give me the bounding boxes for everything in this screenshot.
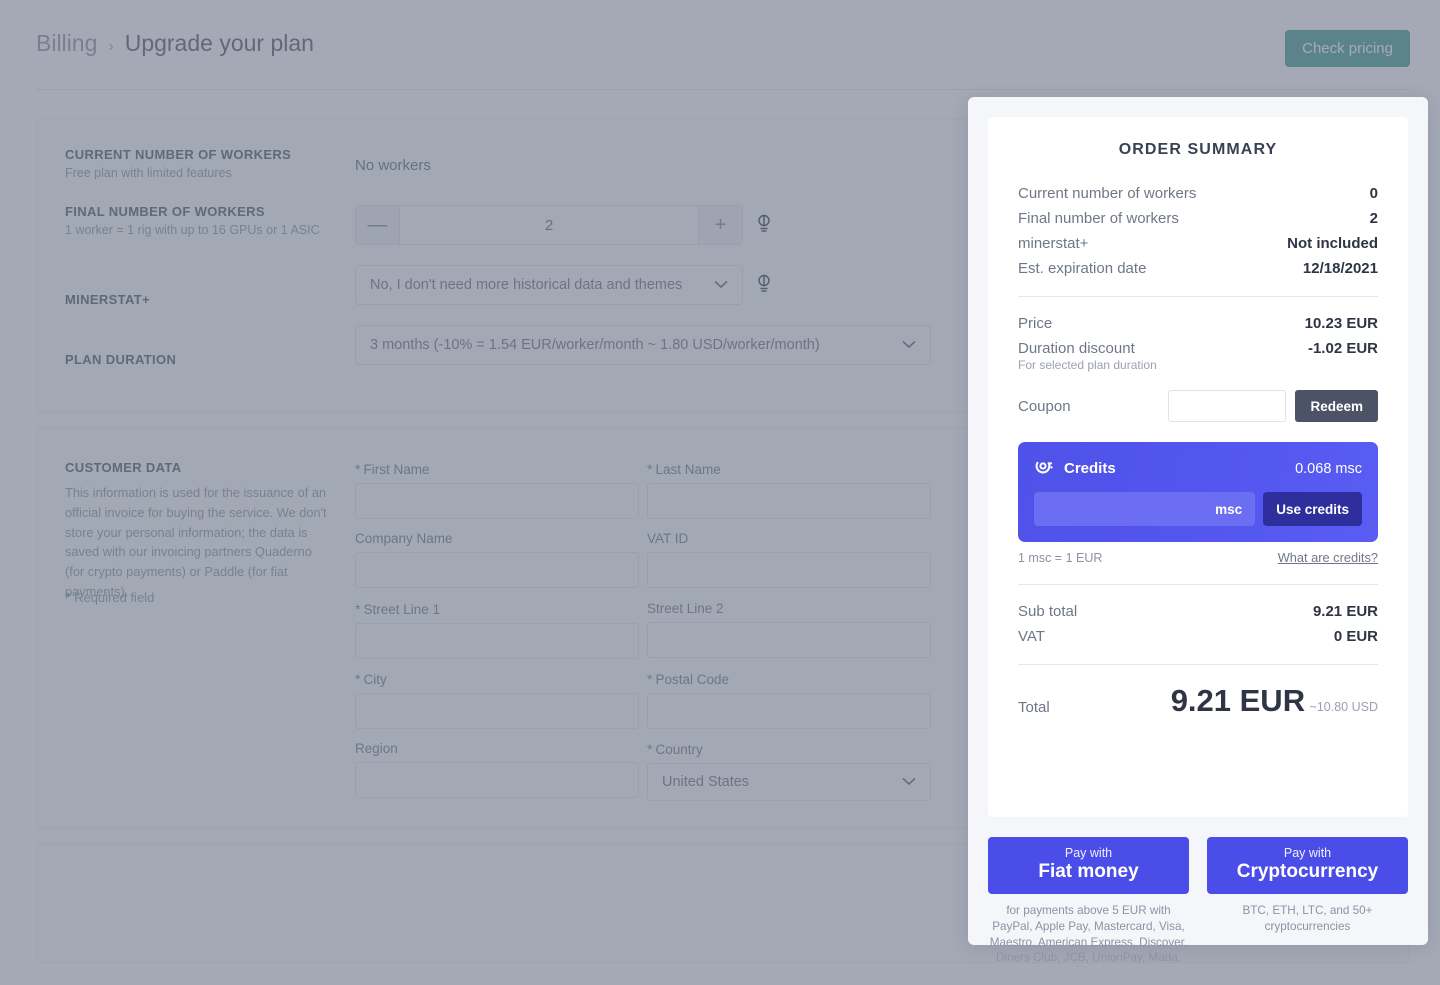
discount-label-group: Duration discount For selected plan dura…	[1018, 340, 1157, 372]
credits-header: Credits 0.068 msc	[1034, 456, 1362, 481]
minerstat-credits-icon	[1034, 456, 1054, 481]
total-values: 9.21 EUR ~10.80 USD	[1170, 683, 1378, 718]
subtotal-value: 9.21 EUR	[1312, 603, 1378, 620]
coupon-label: Coupon	[1018, 397, 1071, 415]
credits-footer: 1 msc = 1 EUR What are credits?	[1018, 550, 1378, 565]
summary-value: 0	[1369, 185, 1378, 202]
price-label: Price	[1018, 315, 1053, 332]
summary-value: 12/18/2021	[1302, 260, 1378, 277]
divider	[1018, 296, 1378, 297]
crypto-button-small-label: Pay with	[1283, 846, 1332, 860]
summary-value: 2	[1369, 210, 1378, 227]
discount-label: Duration discount	[1018, 340, 1135, 357]
pay-with-fiat-button[interactable]: Pay with Fiat money	[988, 837, 1189, 894]
divider	[1018, 584, 1378, 585]
credits-rate-note: 1 msc = 1 EUR	[1018, 551, 1103, 565]
credits-unit-label: msc	[1215, 501, 1243, 517]
subtotal-label: Sub total	[1018, 603, 1078, 620]
credits-input-row: msc Use credits	[1034, 492, 1362, 526]
fiat-payment-column: Pay with Fiat money for payments above 5…	[988, 837, 1189, 966]
fiat-button-small-label: Pay with	[1064, 846, 1113, 860]
coupon-input[interactable]	[1168, 390, 1287, 422]
crypto-payment-note: BTC, ETH, LTC, and 50+ cryptocurrencies	[1242, 904, 1373, 933]
order-summary-title: ORDER SUMMARY	[1118, 141, 1278, 158]
credits-panel: Credits 0.068 msc msc Use credits	[1018, 442, 1378, 542]
vat-value: 0 EUR	[1333, 628, 1378, 645]
summary-line-expiration-date: Est. expiration date 12/18/2021	[1018, 260, 1378, 277]
summary-line-final-workers: Final number of workers 2	[1018, 210, 1378, 227]
divider	[1018, 664, 1378, 665]
coupon-row: Coupon Redeem	[1018, 390, 1378, 422]
price-value: 10.23 EUR	[1304, 315, 1378, 332]
discount-sublabel: For selected plan duration	[1018, 358, 1157, 372]
order-summary-card: ORDER SUMMARY Current number of workers …	[988, 117, 1408, 817]
summary-label: Current number of workers	[1018, 185, 1197, 202]
summary-label: Final number of workers	[1018, 210, 1179, 227]
vat-label: VAT	[1018, 628, 1045, 645]
total-label: Total	[1018, 699, 1050, 716]
discount-value: -1.02 EUR	[1307, 340, 1378, 357]
payment-methods: Pay with Fiat money for payments above 5…	[988, 837, 1408, 966]
total-approx-usd: ~10.80 USD	[1309, 700, 1378, 714]
fiat-payment-note: for payments above 5 EUR with PayPal, Ap…	[989, 904, 1188, 965]
crypto-payment-column: Pay with Cryptocurrency BTC, ETH, LTC, a…	[1207, 837, 1408, 966]
summary-line-minerstat-plus: minerstat+ Not included	[1018, 235, 1378, 252]
summary-label: minerstat+	[1018, 235, 1089, 252]
credits-title: Credits	[1064, 460, 1116, 477]
redeem-coupon-button[interactable]: Redeem	[1295, 390, 1378, 422]
summary-label: Est. expiration date	[1018, 260, 1147, 277]
summary-line-total: Total 9.21 EUR ~10.80 USD	[1018, 683, 1378, 718]
what-are-credits-link[interactable]: What are credits?	[1278, 550, 1378, 565]
order-summary-modal: ORDER SUMMARY Current number of workers …	[968, 97, 1428, 964]
summary-line-duration-discount: Duration discount For selected plan dura…	[1018, 340, 1378, 372]
pay-with-crypto-button[interactable]: Pay with Cryptocurrency	[1207, 837, 1408, 894]
summary-line-vat: VAT 0 EUR	[1018, 628, 1378, 645]
summary-value: Not included	[1287, 235, 1378, 252]
summary-line-subtotal: Sub total 9.21 EUR	[1018, 603, 1378, 620]
credits-input-wrapper[interactable]: msc	[1034, 492, 1256, 526]
crypto-button-big-label: Cryptocurrency	[1236, 861, 1379, 882]
summary-line-price: Price 10.23 EUR	[1018, 315, 1378, 332]
credits-balance: 0.068 msc	[1295, 460, 1362, 477]
fiat-button-big-label: Fiat money	[1038, 861, 1139, 882]
use-credits-button[interactable]: Use credits	[1263, 492, 1362, 526]
total-value: 9.21 EUR	[1170, 683, 1306, 718]
summary-line-current-workers: Current number of workers 0	[1018, 185, 1378, 202]
